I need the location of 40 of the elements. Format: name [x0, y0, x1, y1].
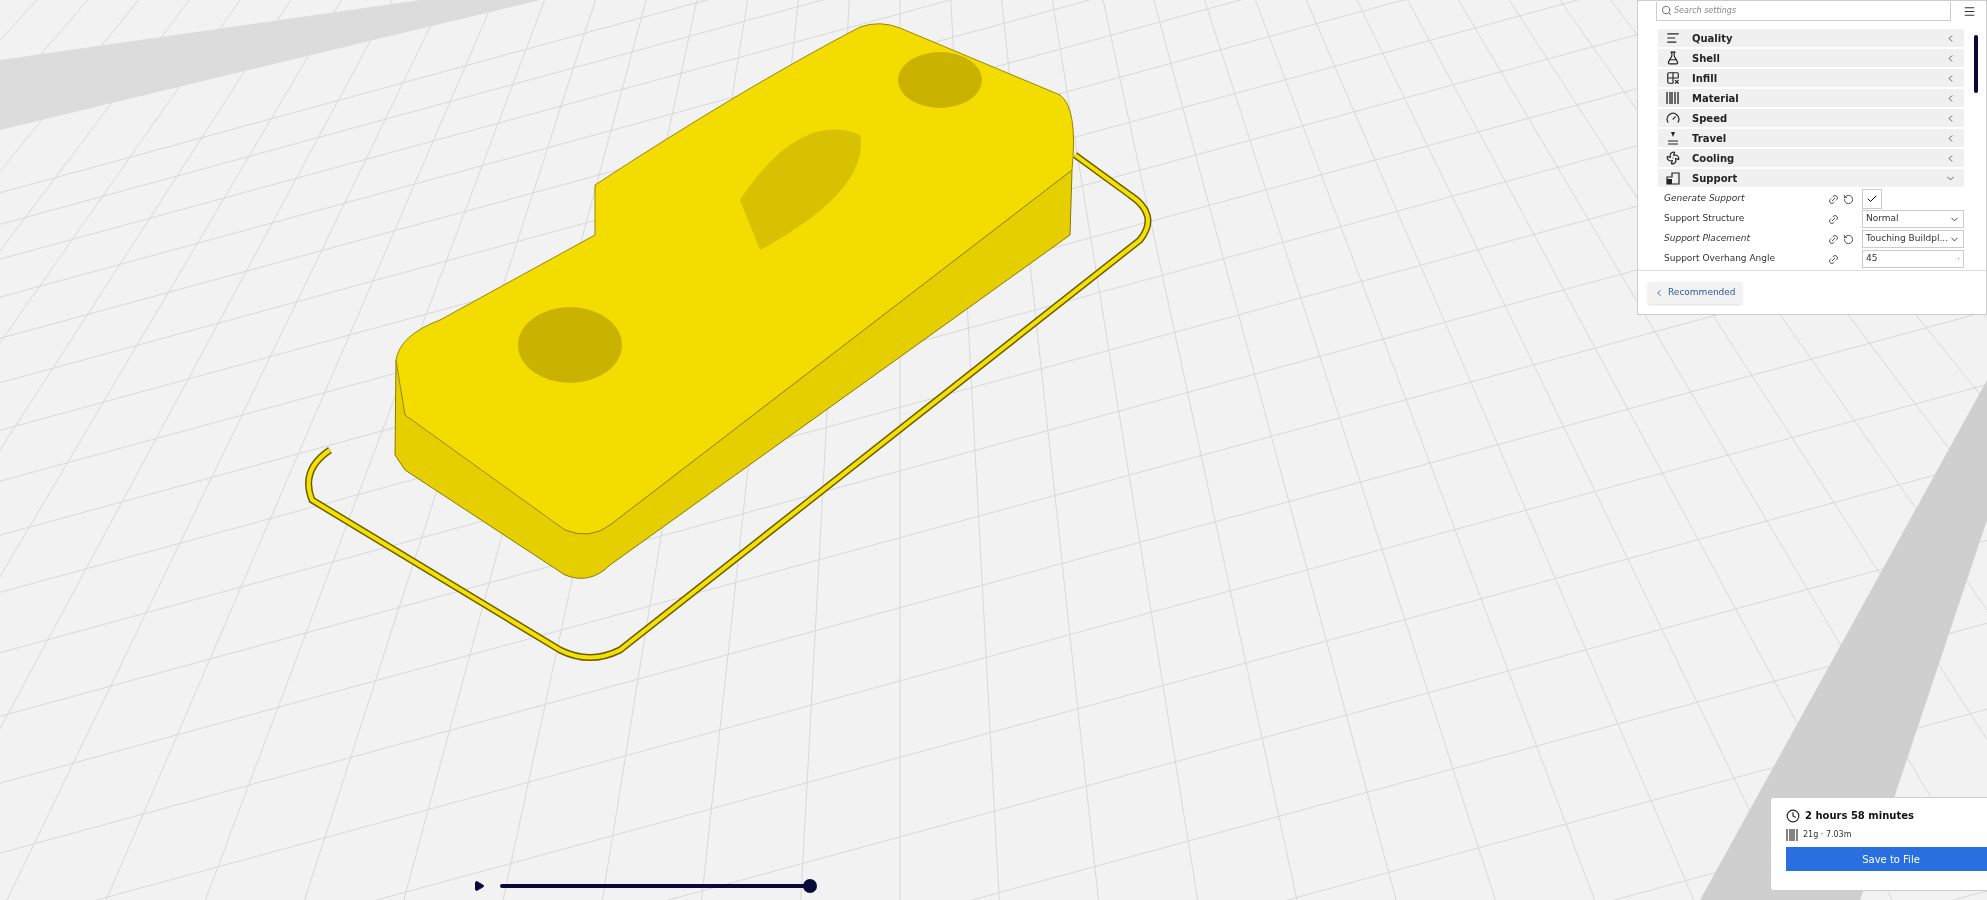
settings-category[interactable]: Travel [1658, 129, 1964, 147]
setting-label: Support Placement [1664, 232, 1752, 246]
material-usage: 21g · 7.03m [1803, 829, 1852, 841]
check-icon [1866, 193, 1878, 205]
settings-category[interactable]: Support [1658, 169, 1964, 187]
settings-category[interactable]: Shell [1658, 49, 1964, 67]
search-field[interactable]: Search settings [1656, 1, 1951, 21]
reset-icon[interactable] [1843, 233, 1854, 245]
scrollbar[interactable] [1974, 35, 1978, 93]
barcode-icon [1666, 91, 1680, 105]
checkbox[interactable] [1862, 189, 1882, 209]
search-icon [1661, 5, 1672, 16]
settings-category[interactable]: Infill [1658, 69, 1964, 87]
settings-category[interactable]: Speed [1658, 109, 1964, 127]
settings-category[interactable]: Cooling [1658, 149, 1964, 167]
barcode-icon [1786, 829, 1798, 841]
menu-icon[interactable] [1963, 4, 1976, 18]
clock-icon [1786, 808, 1800, 823]
nozzle-icon [1666, 131, 1680, 145]
setting-label: Support Overhang Angle [1664, 252, 1777, 266]
search-input[interactable]: Search settings [1674, 4, 1946, 17]
grid-icon [1666, 71, 1680, 85]
dropdown[interactable]: Normal [1862, 210, 1964, 228]
fan-icon [1666, 151, 1680, 165]
field-value: 45 [1866, 252, 1878, 266]
settings-category[interactable]: Quality [1658, 29, 1964, 47]
setting-label: Generate Support [1664, 192, 1746, 206]
settings-category[interactable]: Material [1658, 89, 1964, 107]
flask-icon [1666, 51, 1680, 65]
print-time: 2 hours 58 minutes [1805, 809, 1914, 823]
setting-label: Support Structure [1664, 212, 1746, 226]
layers-icon [1666, 31, 1680, 45]
dropdown[interactable]: Touching Buildpl... [1862, 230, 1964, 248]
play-icon[interactable] [473, 880, 485, 892]
save-to-file-button[interactable]: Save to File [1786, 847, 1987, 871]
reset-icon[interactable] [1843, 193, 1854, 205]
gauge-icon [1666, 111, 1680, 125]
support-icon [1666, 171, 1680, 185]
recommended-button[interactable]: Recommended [1648, 281, 1742, 304]
chevron-left-icon [1654, 287, 1664, 298]
